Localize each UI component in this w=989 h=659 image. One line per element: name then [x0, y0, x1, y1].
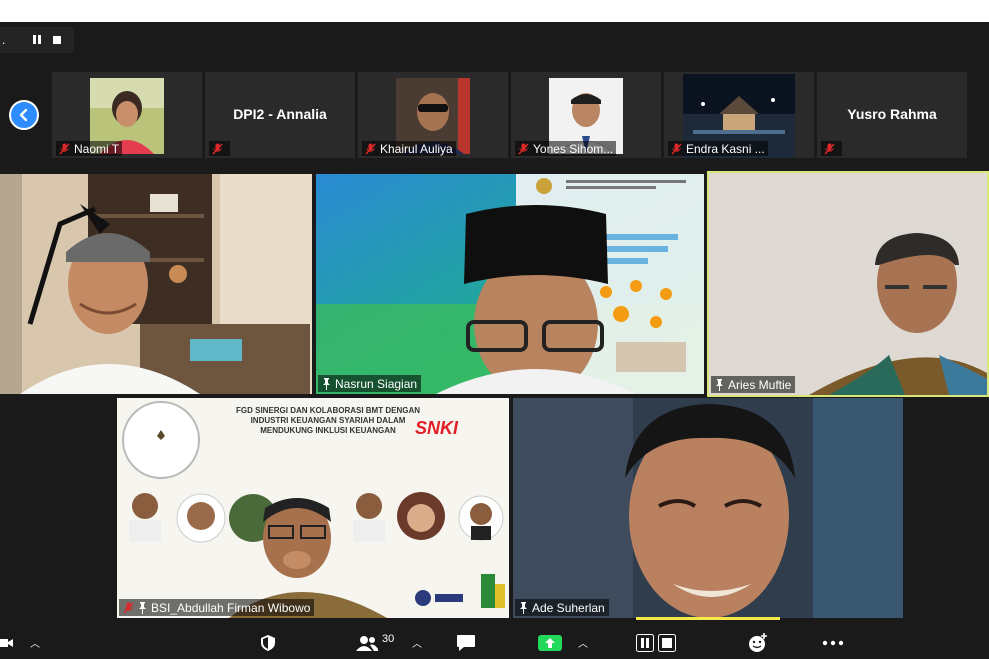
participants-button[interactable]: 30 — [356, 632, 394, 654]
chat-icon — [457, 635, 475, 651]
participant-display-name: DPI2 - Annalia — [233, 106, 327, 122]
slide-title-line: MENDUKUNG INKLUSI KEUANGAN — [260, 426, 396, 435]
participant-name: Aries Muftie — [728, 377, 792, 392]
participant-display-name: Yusro Rahma — [847, 106, 937, 122]
participants-options-caret[interactable]: ︿ — [412, 635, 422, 650]
participant-name-tag — [209, 141, 230, 156]
share-screen-icon — [538, 635, 562, 651]
pause-icon — [636, 634, 654, 652]
video-tile[interactable]: Nasrun Siagian — [316, 174, 704, 394]
mic-muted-icon — [518, 143, 529, 154]
participant-thumbnail[interactable]: Yones Sihom... — [511, 72, 661, 158]
video-tile[interactable]: FGD SINERGI DAN KOLABORASI BMT DENGAN IN… — [117, 398, 509, 618]
pin-icon — [520, 601, 527, 614]
more-icon — [822, 640, 844, 646]
participant-name-tag: Khairul Auliya — [362, 141, 456, 156]
participant-video — [709, 173, 987, 395]
participant-video — [0, 174, 312, 394]
meeting-toolbar: ︿ 30 ︿ ︿ — [0, 626, 989, 659]
slide-title-line: INDUSTRI KEUANGAN SYARIAH DALAM — [250, 416, 406, 425]
slide-brand-logo: SNKI — [415, 418, 459, 438]
participant-thumbnail[interactable]: Yusro Rahma — [817, 72, 967, 158]
mic-muted-icon — [671, 143, 682, 154]
stop-recording-button[interactable] — [51, 34, 63, 46]
participant-thumbnail[interactable]: Naomi T — [52, 72, 202, 158]
participant-name: Naomi T — [74, 141, 120, 156]
participant-name: BSI_Abdullah Firman Wibowo — [151, 600, 311, 615]
mic-muted-icon — [59, 143, 70, 154]
reactions-icon — [749, 633, 767, 652]
participant-name: Khairul Auliya — [380, 141, 453, 156]
participant-name-tag: Nasrun Siagian — [318, 375, 422, 392]
video-tile[interactable]: Ade Suherlan — [513, 398, 903, 618]
participant-name-tag: Ade Suherlan — [515, 599, 609, 616]
participants-icon — [356, 636, 378, 651]
recording-bar: . — [0, 27, 74, 53]
pin-icon — [323, 377, 330, 390]
share-screen-button[interactable] — [538, 632, 562, 654]
pin-icon — [139, 601, 146, 614]
video-options-caret[interactable]: ︿ — [30, 635, 40, 650]
mic-muted-icon — [123, 602, 134, 613]
more-button[interactable] — [822, 632, 844, 654]
chat-button[interactable] — [456, 632, 476, 654]
participant-thumbnail[interactable]: Endra Kasni ... — [664, 72, 814, 158]
video-icon — [0, 639, 13, 647]
pin-icon — [716, 378, 723, 391]
participant-video — [316, 174, 704, 394]
participant-name-tag: Aries Muftie — [711, 376, 796, 393]
mic-muted-icon — [212, 143, 223, 154]
participant-name: Ade Suherlan — [532, 600, 605, 615]
participant-name-tag: Yones Sihom... — [515, 141, 617, 156]
active-speaker-indicator — [636, 617, 780, 620]
share-options-caret[interactable]: ︿ — [578, 635, 588, 650]
participant-name-tag: Endra Kasni ... — [668, 141, 768, 156]
participant-thumbnail[interactable]: DPI2 - Annalia — [205, 72, 355, 158]
zoom-meeting-window: . Naomi T DPI2 - Annalia Khairul Auliya — [0, 0, 989, 659]
security-button[interactable] — [260, 632, 276, 654]
mic-muted-icon — [824, 143, 835, 154]
stop-icon — [658, 634, 676, 652]
participant-name: Yones Sihom... — [533, 141, 614, 156]
participant-name: Endra Kasni ... — [686, 141, 765, 156]
record-button[interactable] — [636, 632, 676, 654]
participants-count: 30 — [382, 633, 395, 645]
reactions-button[interactable] — [748, 632, 768, 654]
participant-name-tag: Naomi T — [56, 141, 123, 156]
mic-muted-icon — [365, 143, 376, 154]
video-tile-active-speaker[interactable]: Aries Muftie — [707, 171, 989, 397]
video-tile[interactable] — [0, 174, 312, 394]
chevron-left-icon — [19, 108, 28, 122]
participant-video — [513, 398, 903, 618]
security-icon — [261, 635, 275, 651]
participant-name-tag: BSI_Abdullah Firman Wibowo — [119, 599, 315, 616]
slide-title-line: FGD SINERGI DAN KOLABORASI BMT DENGAN — [236, 406, 420, 415]
participant-thumbnail[interactable]: Khairul Auliya — [358, 72, 508, 158]
slide-title: FGD SINERGI DAN KOLABORASI BMT DENGAN IN… — [213, 406, 443, 436]
recording-status: . — [2, 33, 6, 47]
pause-recording-button[interactable] — [31, 34, 43, 46]
participant-name: Nasrun Siagian — [335, 376, 418, 391]
participant-name-tag — [821, 141, 842, 156]
video-button[interactable] — [0, 632, 14, 654]
previous-page-button[interactable] — [9, 100, 39, 130]
